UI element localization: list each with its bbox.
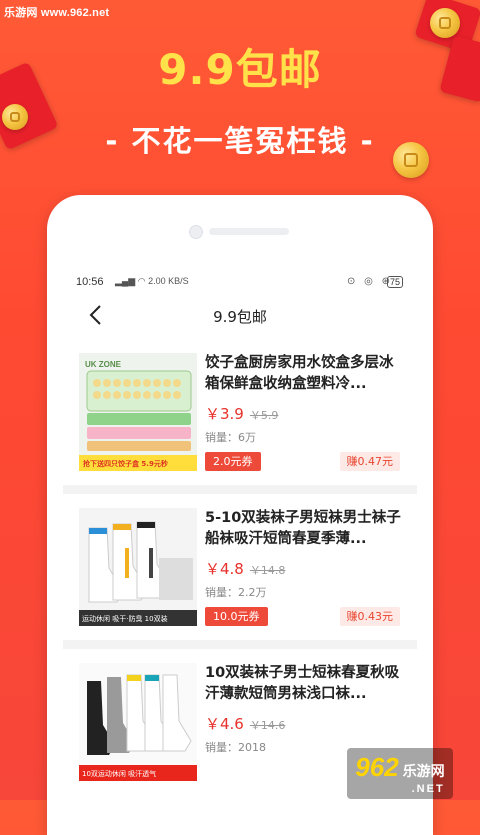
sales-count: 销量：2.2万 bbox=[205, 586, 267, 599]
divider bbox=[63, 485, 417, 494]
camera-icon bbox=[189, 225, 203, 239]
nav-bar: 9.9包邮 bbox=[47, 295, 433, 335]
sales-count: 销量：6万 bbox=[205, 431, 256, 444]
product-image: 运动休闲 吸干·防臭 10双装 bbox=[79, 508, 197, 626]
product-image: UK ZONE 抢下送四只饺子盒 5.9元秒 bbox=[79, 353, 197, 471]
product-image: 10双运动休闲 吸汗透气 bbox=[79, 663, 197, 781]
svg-text:UK ZONE: UK ZONE bbox=[85, 360, 122, 369]
site-watermark: 乐游网 www.962.net bbox=[4, 7, 110, 19]
price-row: ￥4.6 ￥14.6 bbox=[205, 713, 285, 734]
speaker-grille bbox=[209, 228, 289, 235]
product-title[interactable]: 5-10双装袜子男短袜男士袜子船袜吸汗短筒春夏季薄... bbox=[205, 508, 401, 550]
status-bar: 10:56 ▂▄▆ ◠ 2.00 KB/S ⊙ ◎ ⊛ 75 bbox=[47, 273, 433, 293]
watermark-cn: 乐游网 bbox=[402, 762, 445, 779]
network-speed: 2.00 KB/S bbox=[148, 276, 189, 286]
divider bbox=[63, 640, 417, 649]
original-price: ￥14.6 bbox=[249, 719, 286, 732]
coupon-button[interactable]: 10.0元券 bbox=[205, 607, 268, 626]
product-title[interactable]: 饺子盒厨房家用水饺盒多层冰箱保鲜盒收纳盒塑料冷... bbox=[205, 353, 401, 395]
svg-text:10双运动休闲 吸汗透气: 10双运动休闲 吸汗透气 bbox=[82, 769, 156, 778]
watermark-number: 962 bbox=[355, 751, 399, 782]
sales-count: 销量：2018 bbox=[205, 741, 266, 754]
coin-icon bbox=[430, 8, 460, 38]
current-price: ￥3.9 bbox=[205, 405, 244, 423]
product-title[interactable]: 10双装袜子男士短袜春夏秋吸汗薄款短筒男袜浅口袜... bbox=[205, 663, 401, 705]
current-price: ￥4.6 bbox=[205, 715, 244, 733]
product-list: UK ZONE 抢下送四只饺子盒 5.9元秒 饺子盒厨房家用水饺盒多层冰箱保鲜盒… bbox=[47, 339, 433, 795]
status-time: 10:56 bbox=[76, 276, 104, 288]
earn-badge: 赚0.43元 bbox=[339, 607, 400, 626]
product-item[interactable]: UK ZONE 抢下送四只饺子盒 5.9元秒 饺子盒厨房家用水饺盒多层冰箱保鲜盒… bbox=[47, 339, 433, 485]
earn-badge: 赚0.47元 bbox=[339, 452, 400, 471]
price-row: ￥3.9 ￥5.9 bbox=[205, 403, 278, 424]
price-row: ￥4.8 ￥14.8 bbox=[205, 558, 285, 579]
signal-icon: ▂▄▆ ◠ 2.00 KB/S bbox=[115, 276, 189, 286]
hero-subtitle: - 不花一笔冤枉钱 - bbox=[105, 124, 375, 158]
watermark-net: .NET bbox=[411, 782, 445, 795]
coupon-button[interactable]: 2.0元券 bbox=[205, 452, 261, 471]
original-price: ￥14.8 bbox=[249, 564, 286, 577]
watermark-logo: 962 乐游网 .NET bbox=[320, 746, 480, 800]
hero-title: 9.9包邮 bbox=[158, 45, 322, 94]
phone-mockup: 10:56 ▂▄▆ ◠ 2.00 KB/S ⊙ ◎ ⊛ 75 9.9包邮 UK … bbox=[47, 195, 433, 835]
svg-text:运动休闲 吸干·防臭 10双装: 运动休闲 吸干·防臭 10双装 bbox=[82, 614, 168, 623]
original-price: ￥5.9 bbox=[249, 409, 279, 422]
product-item[interactable]: 运动休闲 吸干·防臭 10双装 5-10双装袜子男短袜男士袜子船袜吸汗短筒春夏季… bbox=[47, 494, 433, 640]
current-price: ￥4.8 bbox=[205, 560, 244, 578]
battery-icon: 75 bbox=[386, 276, 403, 288]
page-title: 9.9包邮 bbox=[213, 308, 267, 326]
svg-text:抢下送四只饺子盒 5.9元秒: 抢下送四只饺子盒 5.9元秒 bbox=[83, 459, 168, 468]
